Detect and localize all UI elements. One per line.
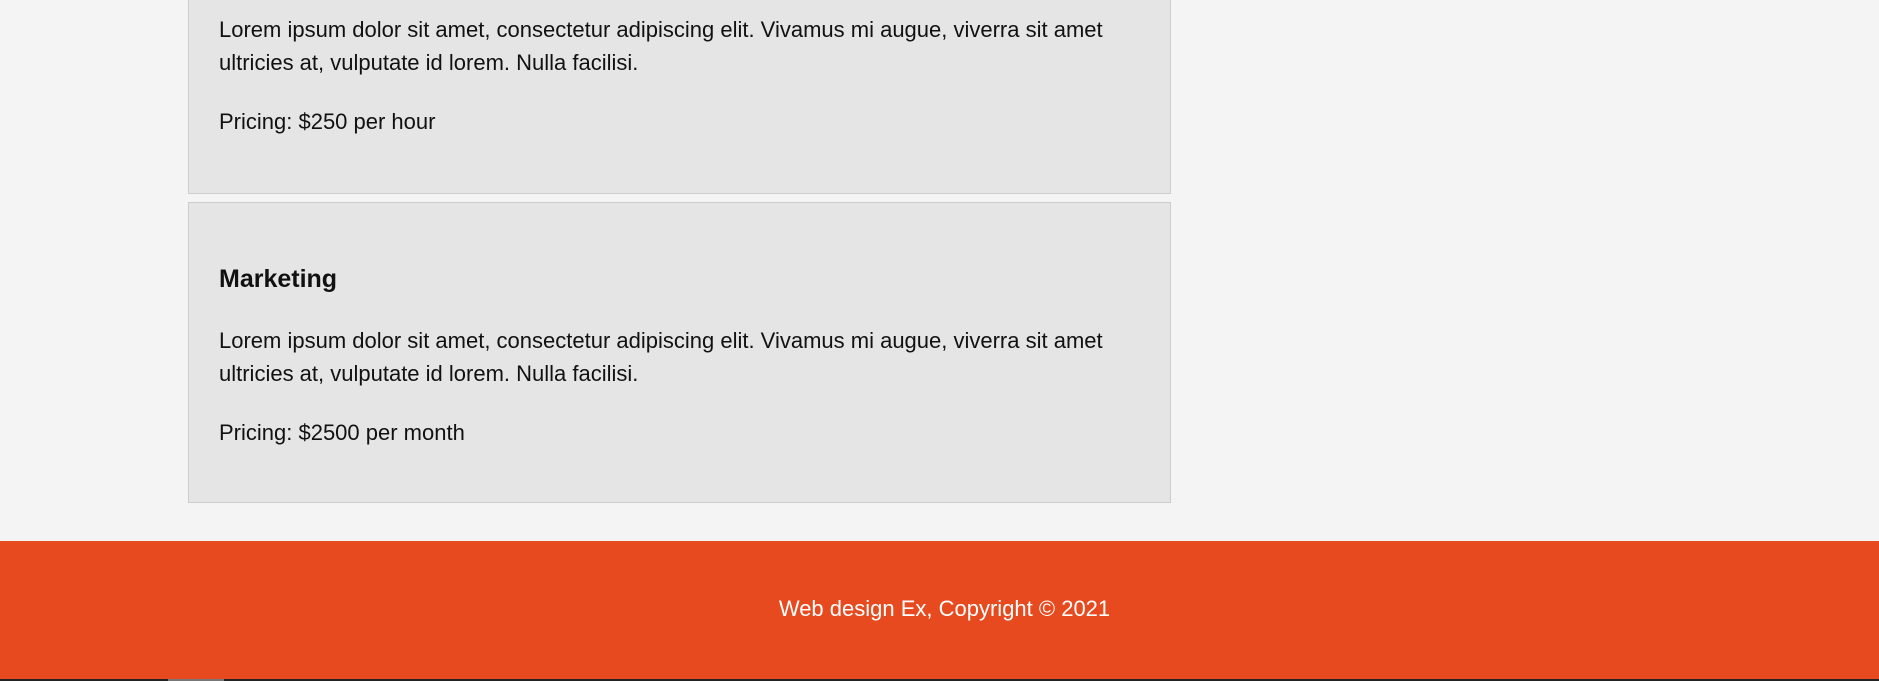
service-description: Lorem ipsum dolor sit amet, consectetur … [219, 17, 1103, 75]
service-pricing: Pricing: $250 per hour [219, 109, 436, 134]
service-title: Marketing [219, 265, 338, 293]
page-footer: Web design Ex, Copyright © 2021 [0, 541, 1879, 679]
service-card: Lorem ipsum dolor sit amet, consectetur … [188, 0, 1171, 194]
page: Lorem ipsum dolor sit amet, consectetur … [0, 0, 1879, 681]
service-pricing: Pricing: $2500 per month [219, 420, 465, 445]
service-description: Lorem ipsum dolor sit amet, consectetur … [219, 328, 1103, 386]
service-card-marketing: Marketing Lorem ipsum dolor sit amet, co… [188, 202, 1171, 503]
copyright-text: Web design Ex, Copyright © 2021 [778, 596, 1111, 621]
